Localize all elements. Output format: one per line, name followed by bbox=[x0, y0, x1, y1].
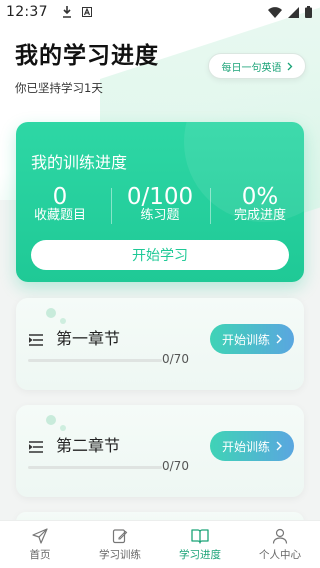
page-title: 我的学习进度 bbox=[15, 43, 159, 69]
tab-label: 学习进度 bbox=[179, 548, 221, 561]
decoration-dot bbox=[60, 318, 66, 324]
bottom-tab-bar: 首页 学习训练 学习进度 个人中心 bbox=[0, 520, 320, 568]
start-learning-button[interactable]: 开始学习 bbox=[31, 240, 289, 270]
edit-icon bbox=[112, 528, 128, 544]
a-letter-icon bbox=[81, 7, 92, 17]
battery-icon bbox=[305, 6, 312, 18]
start-training-button[interactable]: 开始训练 bbox=[210, 324, 294, 354]
stat-favorites: 0 收藏题目 bbox=[16, 184, 108, 224]
send-icon bbox=[32, 527, 48, 544]
tab-training[interactable]: 学习训练 bbox=[80, 521, 160, 568]
tab-label: 个人中心 bbox=[259, 548, 301, 561]
chapter-card[interactable]: 第二章节 0/70 开始训练 bbox=[16, 405, 304, 497]
stat-label: 练习题 bbox=[140, 208, 180, 223]
chapter-card[interactable]: 第一章节 0/70 开始训练 bbox=[16, 298, 304, 390]
chevron-right-icon bbox=[276, 334, 282, 344]
tab-label: 学习训练 bbox=[99, 548, 141, 561]
start-training-button[interactable]: 开始训练 bbox=[210, 431, 294, 461]
person-icon bbox=[272, 528, 288, 544]
tab-profile[interactable]: 个人中心 bbox=[240, 521, 320, 568]
stat-completion: 0% 完成进度 bbox=[212, 184, 304, 224]
status-time: 12:37 bbox=[6, 4, 48, 20]
decoration-dot bbox=[46, 308, 56, 318]
stat-value: 0% bbox=[241, 184, 279, 210]
stat-label: 完成进度 bbox=[233, 208, 286, 223]
stat-value: 0 bbox=[52, 184, 68, 210]
list-icon bbox=[28, 438, 43, 457]
decoration-dot bbox=[60, 425, 66, 431]
list-icon bbox=[28, 331, 43, 350]
stat-divider bbox=[210, 188, 211, 224]
chapter-title: 第二章节 bbox=[56, 436, 121, 455]
chapter-progress-bar bbox=[28, 466, 162, 469]
chapter-progress-bar bbox=[28, 359, 162, 362]
training-progress-card: 我的训练进度 0 收藏题目 0/100 练习题 0% 完成进度 开始学习 bbox=[16, 122, 304, 282]
daily-english-label: 每日一句英语 bbox=[221, 62, 282, 74]
signal-icon bbox=[288, 6, 299, 18]
tab-home[interactable]: 首页 bbox=[0, 521, 80, 568]
streak-subtitle: 你已坚持学习1天 bbox=[15, 81, 103, 95]
book-icon bbox=[191, 528, 209, 544]
download-icon bbox=[62, 6, 72, 18]
stat-label: 收藏题目 bbox=[33, 208, 86, 223]
wifi-icon bbox=[268, 6, 282, 18]
stat-exercises: 0/100 练习题 bbox=[112, 184, 208, 224]
tab-progress[interactable]: 学习进度 bbox=[160, 521, 240, 568]
start-training-label: 开始训练 bbox=[221, 439, 270, 454]
chapter-progress-text: 0/70 bbox=[162, 459, 189, 473]
chevron-right-icon bbox=[287, 62, 293, 71]
stat-value: 0/100 bbox=[126, 184, 194, 210]
status-bar: 12:37 bbox=[0, 0, 320, 24]
daily-english-button[interactable]: 每日一句英语 bbox=[208, 53, 306, 79]
chevron-right-icon bbox=[276, 441, 282, 451]
start-training-label: 开始训练 bbox=[221, 332, 270, 347]
chapter-title: 第一章节 bbox=[56, 329, 121, 348]
card-title: 我的训练进度 bbox=[31, 153, 128, 172]
chapter-progress-text: 0/70 bbox=[162, 352, 189, 366]
decoration-dot bbox=[46, 415, 56, 425]
tab-label: 首页 bbox=[29, 548, 51, 561]
